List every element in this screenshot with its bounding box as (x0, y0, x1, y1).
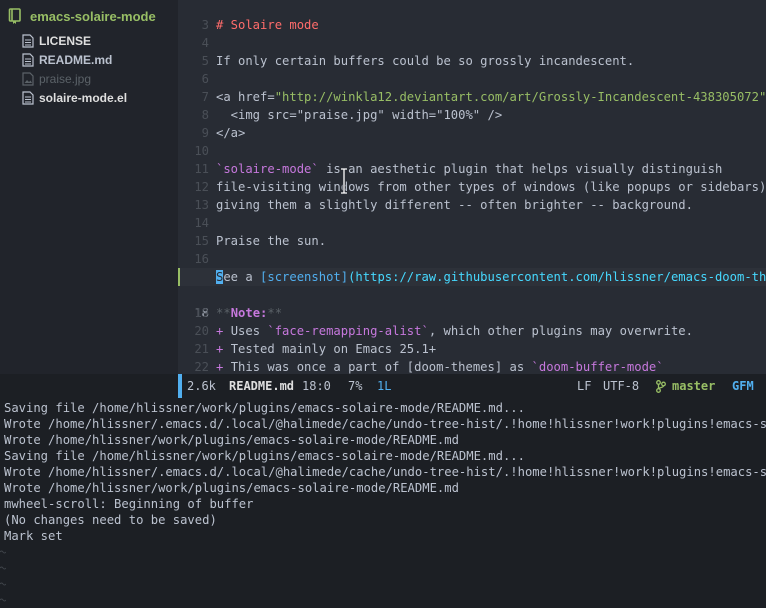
line-text: <img src="praise.jpg" width="100%" /> (216, 108, 503, 122)
bold-text: Note: (230, 306, 268, 320)
eol-type[interactable]: LF (577, 374, 591, 398)
inline-code: `face-remapping-alist` (267, 324, 429, 338)
sidebar-file-label: README.md (39, 53, 113, 67)
editor-buffer[interactable]: 3 4 # Solaire mode 5 6 If only certain b… (178, 0, 766, 374)
sidebar-file-label: solaire-mode.el (39, 91, 128, 105)
mouse-ibeam-cursor-icon (341, 168, 347, 194)
image-file-icon (22, 72, 34, 86)
line-text-rest: Uses (230, 324, 268, 338)
buffer-name[interactable]: README.md (229, 374, 294, 398)
modeline-bar (178, 374, 182, 398)
code-line: 5 (178, 34, 766, 68)
line-text: giving them a slightly different -- ofte… (216, 198, 693, 212)
code-line: 7 (178, 70, 766, 104)
list-bullet: + (216, 324, 231, 338)
elisp-file-icon (22, 91, 34, 105)
repo-icon (8, 8, 21, 24)
buffer-size: 2.6k (187, 379, 216, 393)
line-text: + Tested mainly on Emacs 25.1+ (216, 340, 436, 358)
bold-marker: ** (267, 306, 283, 320)
html-tag: <a href= (216, 90, 275, 104)
project-root[interactable]: emacs-solaire-mode (8, 7, 156, 25)
line-text: If only certain buffers could be so gros… (216, 54, 635, 68)
code-line: 3 (178, 0, 766, 32)
code-line: 20 **Note:** (178, 304, 766, 338)
current-line: 18 See a [screenshot](https://raw.github… (178, 268, 766, 320)
sidebar-file-label: LICENSE (39, 34, 92, 48)
git-branch-icon (656, 379, 666, 393)
sidebar-file-license[interactable]: LICENSE (22, 32, 91, 50)
line-text-rest: is an aesthetic plugin that helps visual… (318, 162, 723, 176)
inline-code: `doom-buffer-mode` (531, 360, 664, 374)
message-line: Saving file /home/hlissner/work/plugins/… (4, 449, 525, 463)
cursor-position: 18:0 (302, 379, 331, 393)
sidebar-file-praise[interactable]: praise.jpg (22, 70, 91, 88)
line-text-rest: ee a (223, 270, 261, 284)
line-text: **Note:** (216, 304, 282, 322)
markdown-link-text: [screenshot] (260, 270, 349, 284)
sidebar-file-label: praise.jpg (39, 72, 92, 86)
empty-line-indicator-icon (0, 550, 6, 602)
code-line: 16 Praise the sun. (178, 232, 766, 266)
message-line: Saving file /home/hlissner/work/plugins/… (4, 401, 525, 415)
line-text: + Uses `face-remapping-alist`, which oth… (216, 322, 693, 340)
line-text: + This was once a part of [doom-themes] … (216, 358, 664, 374)
file-text-icon (22, 34, 34, 48)
encoding[interactable]: UTF-8 (603, 374, 639, 398)
code-line: 9 <img src="praise.jpg" width="100%" /> (178, 106, 766, 140)
code-line: 6 If only certain buffers could be so gr… (178, 52, 766, 86)
line-text-rest: This was once a part of [doom-themes] as (230, 360, 532, 374)
line-text: `solaire-mode` is an aesthetic plugin th… (216, 160, 722, 178)
code-line: 12 `solaire-mode` is an aesthetic plugin… (178, 160, 766, 194)
line-text-rest: , which other plugins may overwrite. (428, 324, 693, 338)
code-line: 10 </a> (178, 124, 766, 158)
line-text-rest: Tested mainly on Emacs 25.1+ (230, 342, 437, 356)
markdown-heading: # Solaire mode (216, 18, 319, 32)
message-line: (No changes need to be saved) (4, 513, 217, 527)
code-line: 22 + Tested mainly on Emacs 25.1+ (178, 340, 766, 374)
message-line: Wrote /home/hlissner/.emacs.d/.local/@ha… (4, 417, 766, 431)
project-name: emacs-solaire-mode (30, 8, 156, 24)
list-bullet: + (216, 360, 231, 374)
markdown-link-url: (https://raw.githubusercontent.com/hliss… (348, 270, 766, 284)
git-gutter-marker (178, 268, 180, 286)
code-line: 17 (178, 250, 766, 284)
bold-marker: ** (216, 306, 231, 320)
sidebar-file-solaire-el[interactable]: solaire-mode.el (22, 89, 127, 107)
markdown-file-icon (22, 53, 34, 67)
selection-info: 1L (377, 379, 392, 393)
code-line: 23 + This was once a part of [doom-theme… (178, 358, 766, 374)
buffer-percent: 7% (348, 379, 363, 393)
code-line: 13 file-visiting windows from other type… (178, 178, 766, 212)
code-line: 19 (178, 286, 766, 320)
line-text: See a [screenshot](https://raw.githubuse… (216, 268, 766, 286)
message-line: Mark set (4, 529, 63, 543)
code-line: 4 # Solaire mode (178, 16, 766, 50)
mode-line: 2.6k README.md 18:0 7% 1L LF UTF-8 maste… (178, 374, 766, 398)
message-line: Wrote /home/hlissner/work/plugins/emacs-… (4, 481, 459, 495)
sidebar-file-tree: emacs-solaire-mode LICENSE README.md pra… (0, 0, 178, 374)
line-text: <a href="http://winkla12.deviantart.com/… (216, 88, 766, 106)
vcs-branch[interactable]: master (656, 374, 715, 398)
code-line: 15 (178, 214, 766, 248)
echo-area[interactable]: Saving file /home/hlissner/work/plugins/… (0, 398, 766, 608)
branch-name: master (672, 379, 716, 393)
line-text: Praise the sun. (216, 234, 327, 248)
message-line: mwheel-scroll: Beginning of buffer (4, 497, 254, 511)
line-text: </a> (216, 126, 246, 140)
message-line: Wrote /home/hlissner/.emacs.d/.local/@ha… (4, 465, 766, 479)
code-line: 11 (178, 142, 766, 176)
list-bullet: + (216, 342, 231, 356)
code-line: 8 <a href="http://winkla12.deviantart.co… (178, 88, 766, 122)
major-mode[interactable]: GFM (732, 374, 754, 398)
html-attr-string: "http://winkla12.deviantart.com/art/Gros… (274, 90, 766, 104)
inline-code: `solaire-mode` (216, 162, 319, 176)
code-line: 14 giving them a slightly different -- o… (178, 196, 766, 230)
code-line: 21 + Uses `face-remapping-alist`, which … (178, 322, 766, 356)
line-text: file-visiting windows from other types o… (216, 180, 766, 194)
sidebar-file-readme[interactable]: README.md (22, 51, 112, 69)
message-line: Wrote /home/hlissner/work/plugins/emacs-… (4, 433, 459, 447)
